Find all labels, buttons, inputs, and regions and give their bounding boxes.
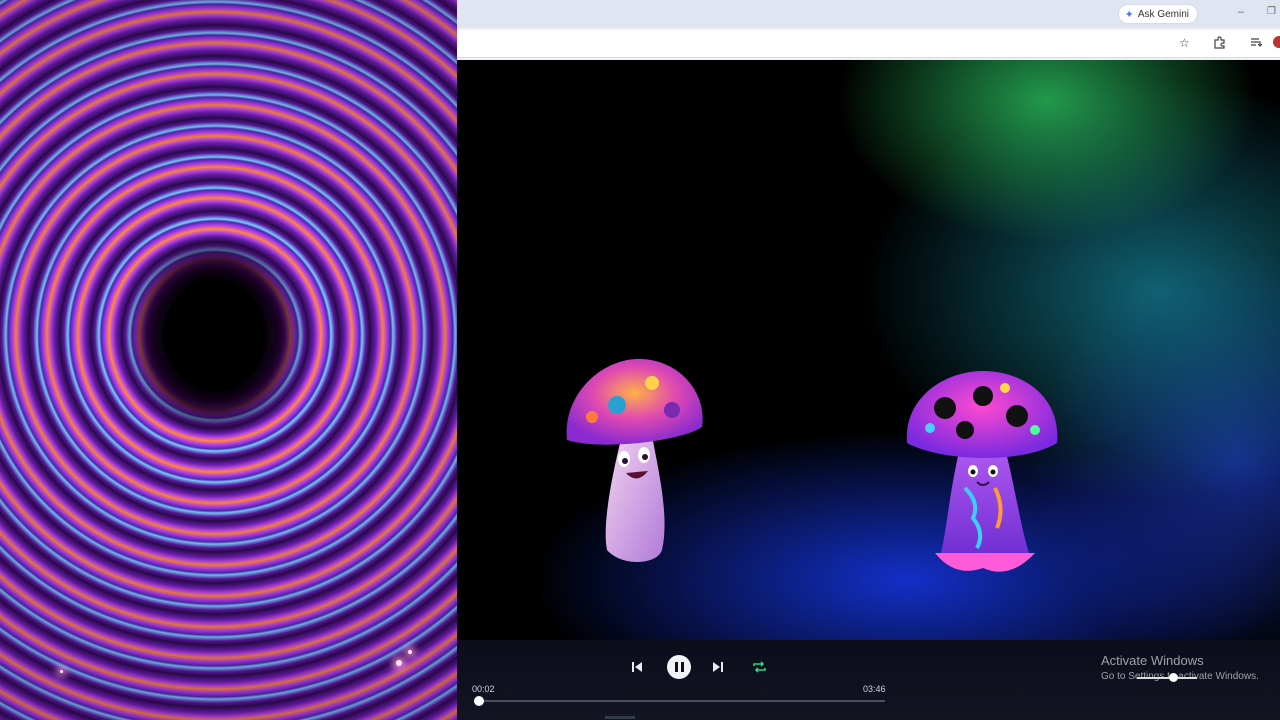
sparkle [60, 670, 63, 673]
sparkle [396, 660, 402, 666]
mushroom-character-left [566, 358, 703, 563]
pause-icon-bar [680, 662, 684, 672]
profile-avatar[interactable] [1273, 36, 1280, 48]
ask-gemini-button[interactable]: ✦ Ask Gemini [1117, 4, 1198, 24]
video-frame[interactable] [457, 60, 1280, 640]
gemini-sparkle-icon: ✦ [1124, 8, 1134, 21]
media-controls: 00:02 03:46 Activate Windows Go to Setti… [457, 640, 1280, 720]
spiral-video-panel [0, 0, 457, 720]
pause-icon [674, 662, 678, 672]
skip-previous-icon[interactable] [626, 656, 648, 678]
restore-icon[interactable]: ❐ [1267, 6, 1276, 17]
progress-slider[interactable] [473, 696, 885, 706]
minimize-icon[interactable]: – [1238, 6, 1244, 18]
duration: 03:46 [863, 684, 886, 694]
mushroom-character-right [906, 370, 1058, 572]
ask-gemini-label: Ask Gemini [1137, 8, 1189, 20]
skip-next-icon[interactable] [707, 656, 729, 678]
current-time: 00:02 [472, 684, 495, 694]
address-bar[interactable] [457, 30, 1280, 58]
browser-chrome: ✦ Ask Gemini – ❐ ☆ [457, 0, 1280, 60]
sparkle [408, 650, 412, 654]
puzzle-icon[interactable] [1213, 36, 1226, 52]
repeat-icon[interactable] [748, 656, 770, 678]
spiral-glow [0, 0, 457, 720]
volume-knob[interactable] [1169, 673, 1178, 682]
reading-list-icon[interactable] [1250, 36, 1263, 51]
watermark-title: Activate Windows [1101, 653, 1204, 668]
volume-slider[interactable] [1137, 677, 1197, 679]
pause-button[interactable] [667, 655, 691, 679]
star-icon[interactable]: ☆ [1179, 36, 1190, 50]
progress-knob[interactable] [473, 696, 484, 706]
scroll-indicator [605, 716, 635, 719]
